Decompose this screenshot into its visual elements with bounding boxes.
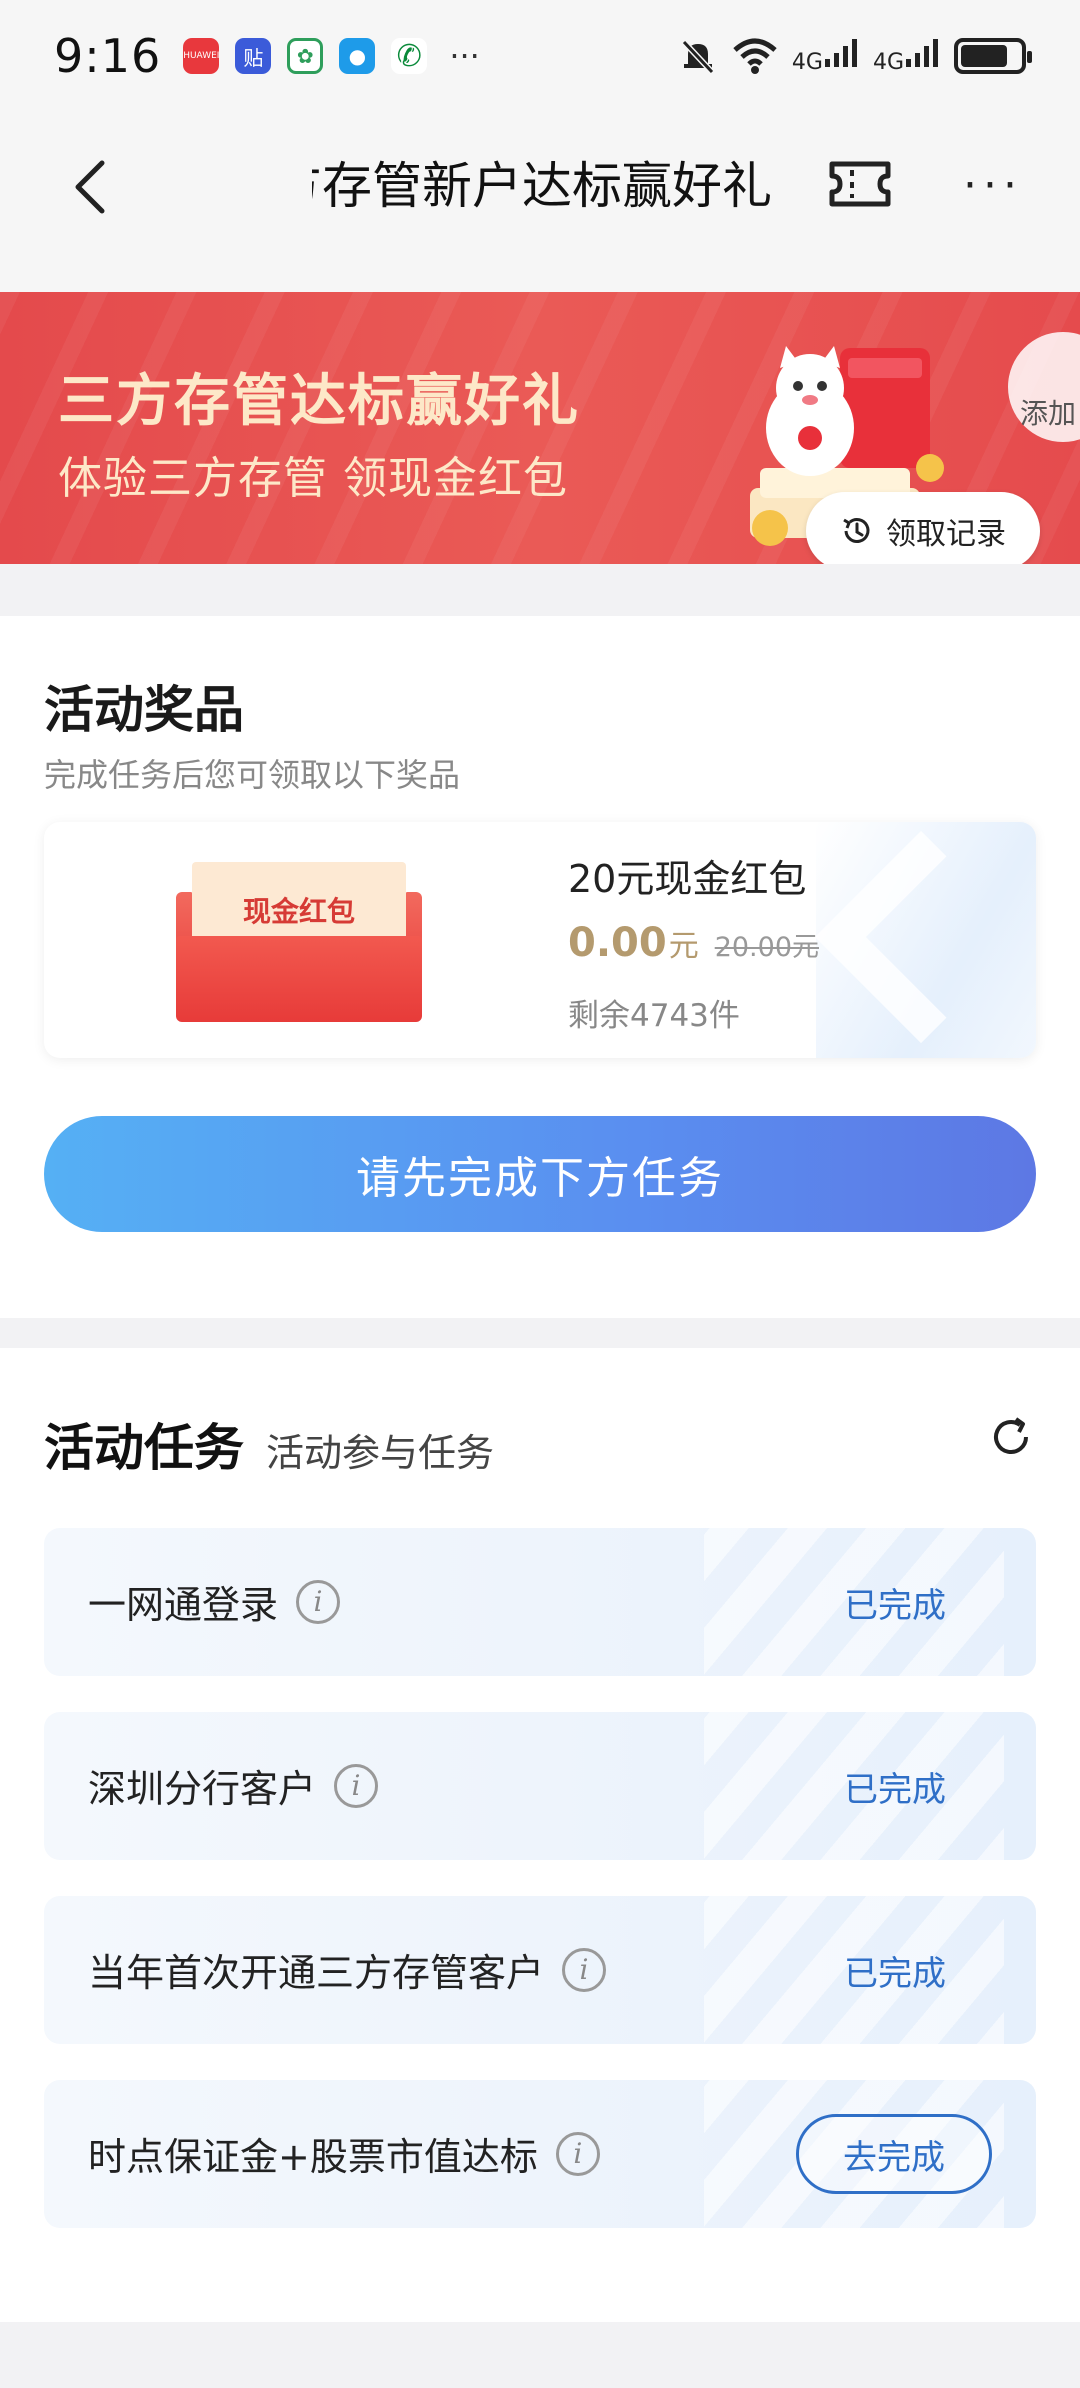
go-complete-button[interactable]: 去完成 (796, 2114, 992, 2194)
prize-price: 0.00元 (568, 920, 699, 966)
signal-4g-icon: 4G (792, 37, 859, 75)
task-label: 时点保证金+股票市值达标 (88, 2135, 538, 2179)
complete-tasks-button[interactable]: 请先完成下方任务 (44, 1116, 1036, 1232)
tieba-app-icon: 贴 (235, 38, 272, 74)
add-to-home-chip[interactable]: 添加 (1008, 332, 1080, 442)
bank-app-icon: ✿ (287, 38, 324, 74)
task-row: 时点保证金+股票市值达标 i 去完成 (44, 2080, 1036, 2228)
signal-4g-icon-2: 4G (873, 37, 940, 75)
huawei-app-icon: HUAWEI (183, 38, 219, 74)
red-envelope-image: 现金红包 (176, 862, 422, 1022)
info-icon[interactable]: i (334, 1763, 379, 1808)
info-icon[interactable]: i (555, 2131, 600, 2176)
prize-name: 20元现金红包 (568, 857, 807, 901)
promo-banner: 三方存管达标赢好礼 体验三方存管 领现金红包 添加 领取记录 (0, 292, 1080, 564)
prize-section-title: 活动奖品 (44, 681, 244, 739)
nav-header: 三方存管新户达标赢好礼 ··· (0, 112, 1080, 292)
wifi-icon (733, 38, 777, 74)
task-row: 深圳分行客户 i 已完成 (44, 1712, 1036, 1860)
task-section-subtitle: 活动参与任务 (266, 1431, 495, 1475)
prize-price-row: 0.00元 20.00元 (568, 920, 819, 966)
coupon-button[interactable] (828, 156, 892, 212)
ticket-icon (829, 161, 891, 207)
task-status: 已完成 (844, 1954, 946, 1994)
original-price: 20.00元 (714, 932, 819, 963)
prize-card[interactable]: 现金红包 20元现金红包 0.00元 20.00元 剩余4743件 (44, 822, 1036, 1058)
task-label: 深圳分行客户 (88, 1767, 317, 1811)
status-time: 9:16 (54, 29, 162, 83)
more-dots-icon: ··· (963, 159, 1023, 211)
task-label: 当年首次开通三方存管客户 (88, 1951, 545, 1995)
banner-subtitle: 体验三方存管 领现金红包 (58, 453, 568, 504)
claim-record-label: 领取记录 (886, 517, 1006, 552)
history-icon (843, 518, 870, 543)
prize-section: 活动奖品 完成任务后您可领取以下奖品 现金红包 20元现金红包 0.00元 20… (0, 616, 1080, 1318)
mute-bell-icon (681, 39, 715, 75)
status-bar: 9:16 HUAWEI 贴 ✿ ● ✆ ··· 4G 4G (0, 0, 1080, 112)
info-icon[interactable]: i (296, 1579, 341, 1624)
task-status: 已完成 (844, 1770, 946, 1810)
prize-section-subtitle: 完成任务后您可领取以下奖品 (44, 756, 461, 794)
status-right: 4G 4G (678, 36, 1032, 76)
task-row: 当年首次开通三方存管客户 i 已完成 (44, 1896, 1036, 2044)
back-button[interactable] (60, 152, 120, 222)
task-section: 活动任务 活动参与任务 一网通登录 i 已完成 深圳分行客户 i 已完成 当年首次开… (0, 1348, 1080, 2322)
claim-record-button[interactable]: 领取记录 (806, 492, 1040, 564)
task-status: 已完成 (844, 1586, 946, 1626)
more-button[interactable]: ··· (958, 158, 1028, 212)
battery-icon (954, 38, 1032, 74)
message-app-icon: ● (339, 38, 376, 74)
refresh-button[interactable] (986, 1412, 1036, 1462)
more-notifications-icon: ··· (449, 37, 480, 75)
task-section-title: 活动任务 (44, 1419, 244, 1477)
chevron-left-icon (75, 160, 105, 214)
post-app-icon: ✆ (391, 38, 428, 74)
task-label: 一网通登录 (88, 1583, 279, 1627)
refresh-icon (994, 1417, 1028, 1454)
page-title: 三方存管新户达标赢好礼 (312, 157, 772, 215)
prize-stock: 剩余4743件 (568, 998, 740, 1034)
info-icon[interactable]: i (562, 1947, 607, 1992)
task-row: 一网通登录 i 已完成 (44, 1528, 1036, 1676)
banner-title: 三方存管达标赢好礼 (58, 369, 580, 434)
